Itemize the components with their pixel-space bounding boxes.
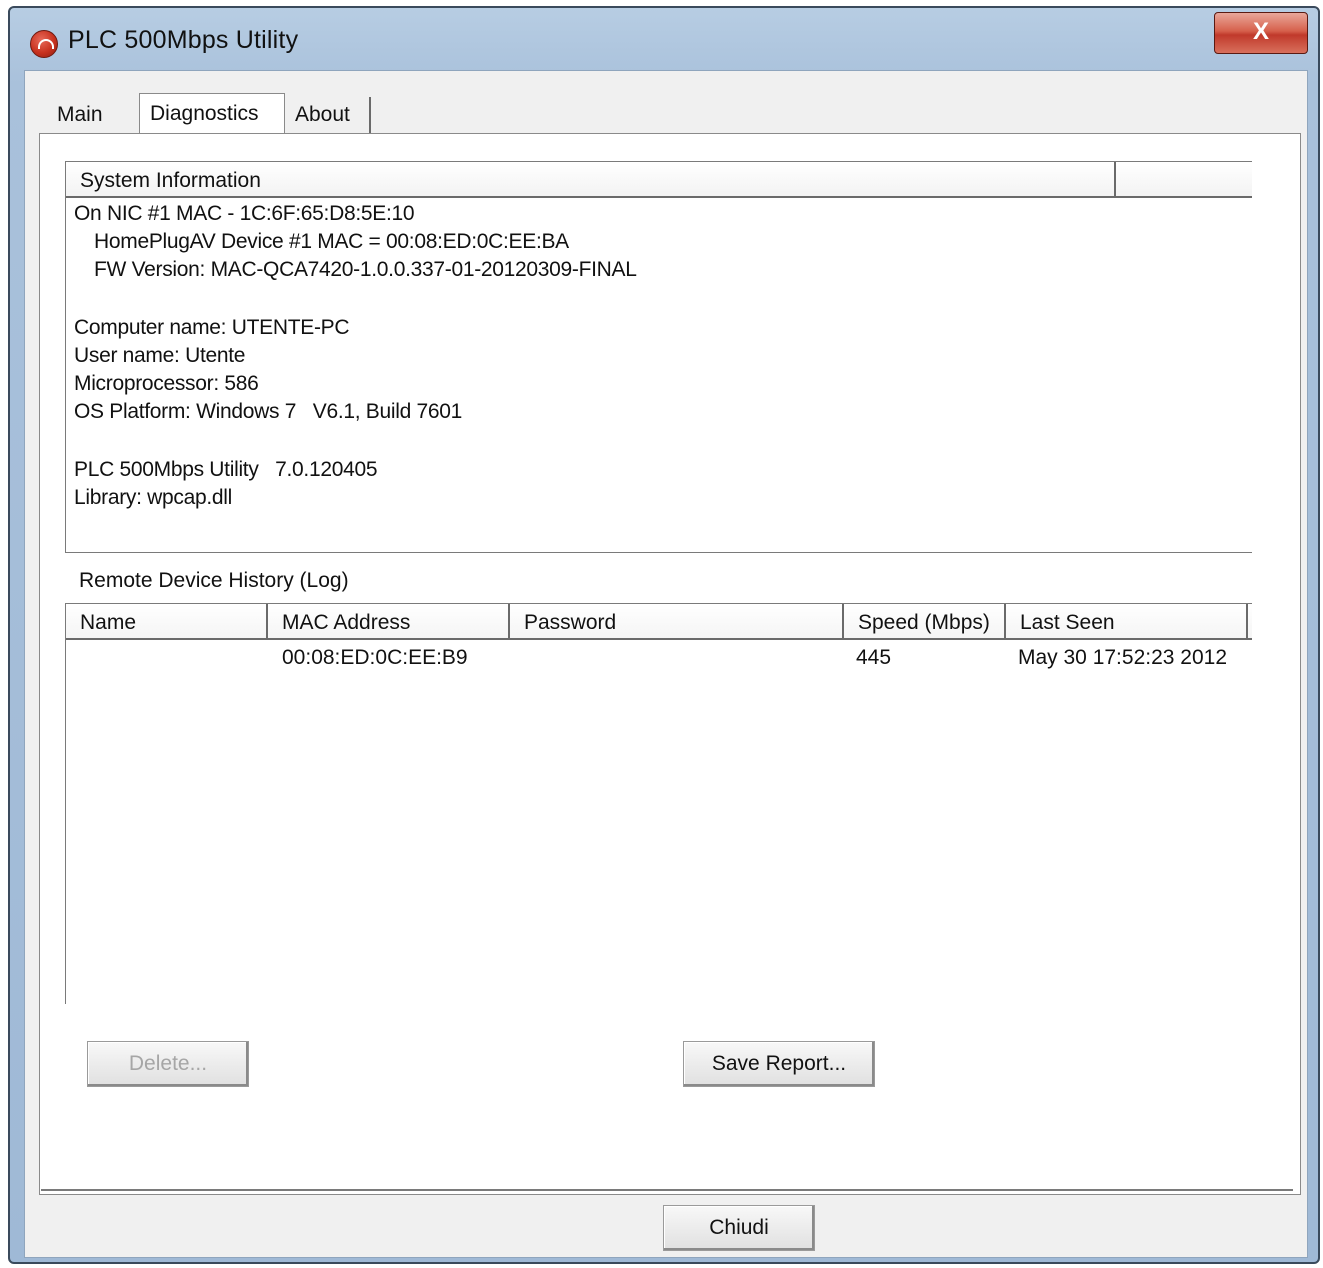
delete-button[interactable]: Delete... [87, 1041, 249, 1087]
app-window: PLC 500Mbps Utility X Main Diagnostics A… [8, 6, 1320, 1264]
column-header-name[interactable]: Name [66, 604, 268, 638]
close-window-button[interactable]: X [1214, 12, 1308, 54]
utility-version-line: PLC 500Mbps Utility 7.0.120405 [74, 458, 378, 481]
tab-diagnostics[interactable]: Diagnostics [139, 93, 285, 137]
save-report-button[interactable]: Save Report... [683, 1041, 875, 1087]
column-header-last-seen[interactable]: Last Seen [1006, 604, 1248, 638]
fw-version-line: FW Version: MAC-QCA7420-1.0.0.337-01-201… [94, 258, 637, 281]
column-header-password[interactable]: Password [510, 604, 844, 638]
tab-main[interactable]: Main [47, 97, 139, 133]
bottom-divider [41, 1189, 1293, 1191]
tab-about[interactable]: About [285, 97, 371, 133]
column-header-mac-address[interactable]: MAC Address [268, 604, 510, 638]
system-information-panel[interactable]: System Information On NIC #1 MAC - 1C:6F… [65, 161, 1252, 553]
device-mac-line: HomePlugAV Device #1 MAC = 00:08:ED:0C:E… [94, 230, 569, 253]
remote-history-label: Remote Device History (Log) [79, 569, 349, 592]
row-mac-cell: 00:08:ED:0C:EE:B9 [282, 646, 468, 669]
column-header-speed[interactable]: Speed (Mbps) [844, 604, 1006, 638]
row-last-seen-cell: May 30 17:52:23 2012 [1018, 646, 1227, 669]
library-line: Library: wpcap.dll [74, 486, 233, 509]
remote-device-history-list[interactable]: Name MAC Address Password Speed (Mbps) L… [65, 603, 1252, 1004]
row-speed-cell: 445 [856, 646, 892, 669]
user-name-line: User name: Utente [74, 344, 246, 367]
window-title: PLC 500Mbps Utility [68, 26, 299, 54]
microprocessor-line: Microprocessor: 586 [74, 372, 259, 395]
dialog-client-area: Main Diagnostics About System Informatio… [24, 70, 1308, 1258]
system-information-header: System Information [66, 162, 1252, 198]
nic-mac-line: On NIC #1 MAC - 1C:6F:65:D8:5E:10 [74, 202, 415, 225]
os-platform-line: OS Platform: Windows 7 V6.1, Build 7601 [74, 400, 463, 423]
computer-name-line: Computer name: UTENTE-PC [74, 316, 350, 339]
log-header-row: Name MAC Address Password Speed (Mbps) L… [66, 604, 1252, 640]
system-information-column-header[interactable]: System Information [66, 162, 1116, 196]
title-bar[interactable]: PLC 500Mbps Utility X [10, 8, 1318, 72]
chiudi-button[interactable]: Chiudi [663, 1205, 815, 1251]
app-logo-icon [30, 30, 58, 58]
